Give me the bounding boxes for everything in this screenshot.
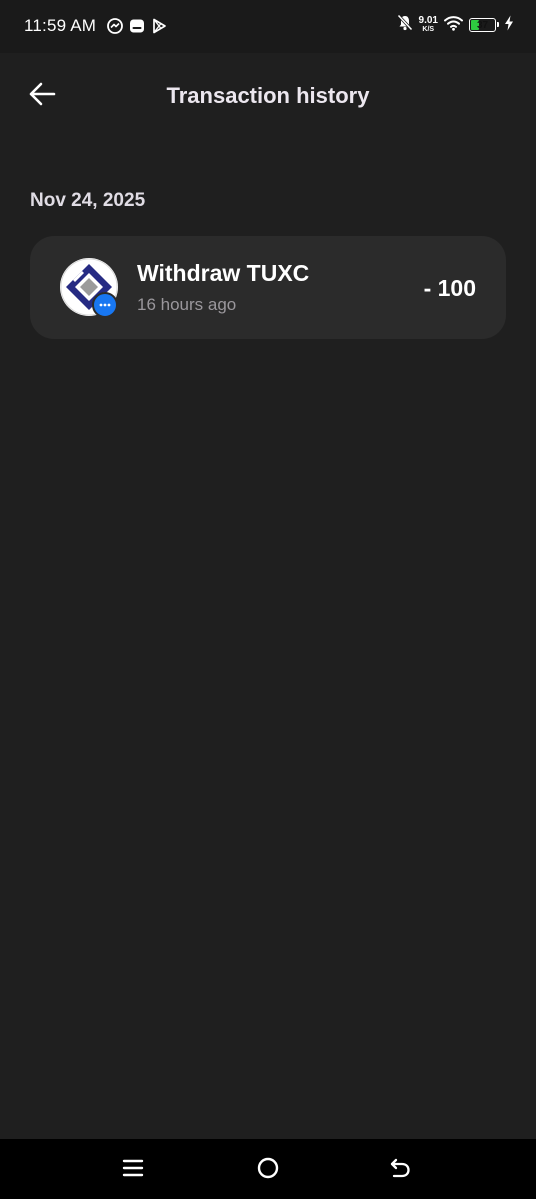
app-header: Transaction history bbox=[0, 53, 536, 139]
wifi-icon bbox=[444, 15, 463, 36]
back-return-icon bbox=[388, 1156, 412, 1185]
transaction-time: 16 hours ago bbox=[137, 295, 237, 314]
home-circle-icon bbox=[256, 1156, 280, 1185]
status-bar: 11:59 AM 9.01 K/S 37 bbox=[0, 0, 536, 53]
status-time: 11:59 AM bbox=[24, 16, 97, 35]
charging-bolt-icon bbox=[504, 15, 514, 36]
network-speed-unit: K/S bbox=[422, 26, 435, 33]
section-date: Nov 24, 2025 bbox=[30, 190, 146, 211]
network-speed: 9.01 K/S bbox=[419, 16, 438, 34]
transaction-item[interactable]: Withdraw TUXC 16 hours ago - 100 bbox=[30, 236, 506, 339]
system-back-button[interactable] bbox=[386, 1156, 414, 1184]
messenger-icon bbox=[107, 18, 123, 39]
menu-icon bbox=[122, 1157, 144, 1184]
battery-level: 37 bbox=[476, 19, 489, 31]
page-title: Transaction history bbox=[166, 83, 370, 108]
navigation-bar bbox=[0, 1139, 536, 1199]
recent-apps-button[interactable] bbox=[119, 1156, 147, 1184]
status-left-icons bbox=[107, 18, 167, 39]
transaction-amount: - 100 bbox=[423, 275, 476, 301]
status-right-icons: 9.01 K/S 37 bbox=[396, 14, 514, 36]
bell-muted-icon bbox=[396, 14, 413, 36]
transaction-title: Withdraw TUXC bbox=[137, 260, 310, 286]
network-speed-value: 9.01 bbox=[418, 15, 438, 26]
play-store-icon bbox=[151, 18, 167, 39]
messenger-badge-icon bbox=[92, 292, 118, 318]
screen: 11:59 AM 9.01 K/S 37 Transaction history… bbox=[0, 0, 536, 1199]
message-app-icon bbox=[129, 18, 145, 39]
home-button[interactable] bbox=[254, 1156, 282, 1184]
battery-icon: 37 bbox=[469, 18, 499, 32]
